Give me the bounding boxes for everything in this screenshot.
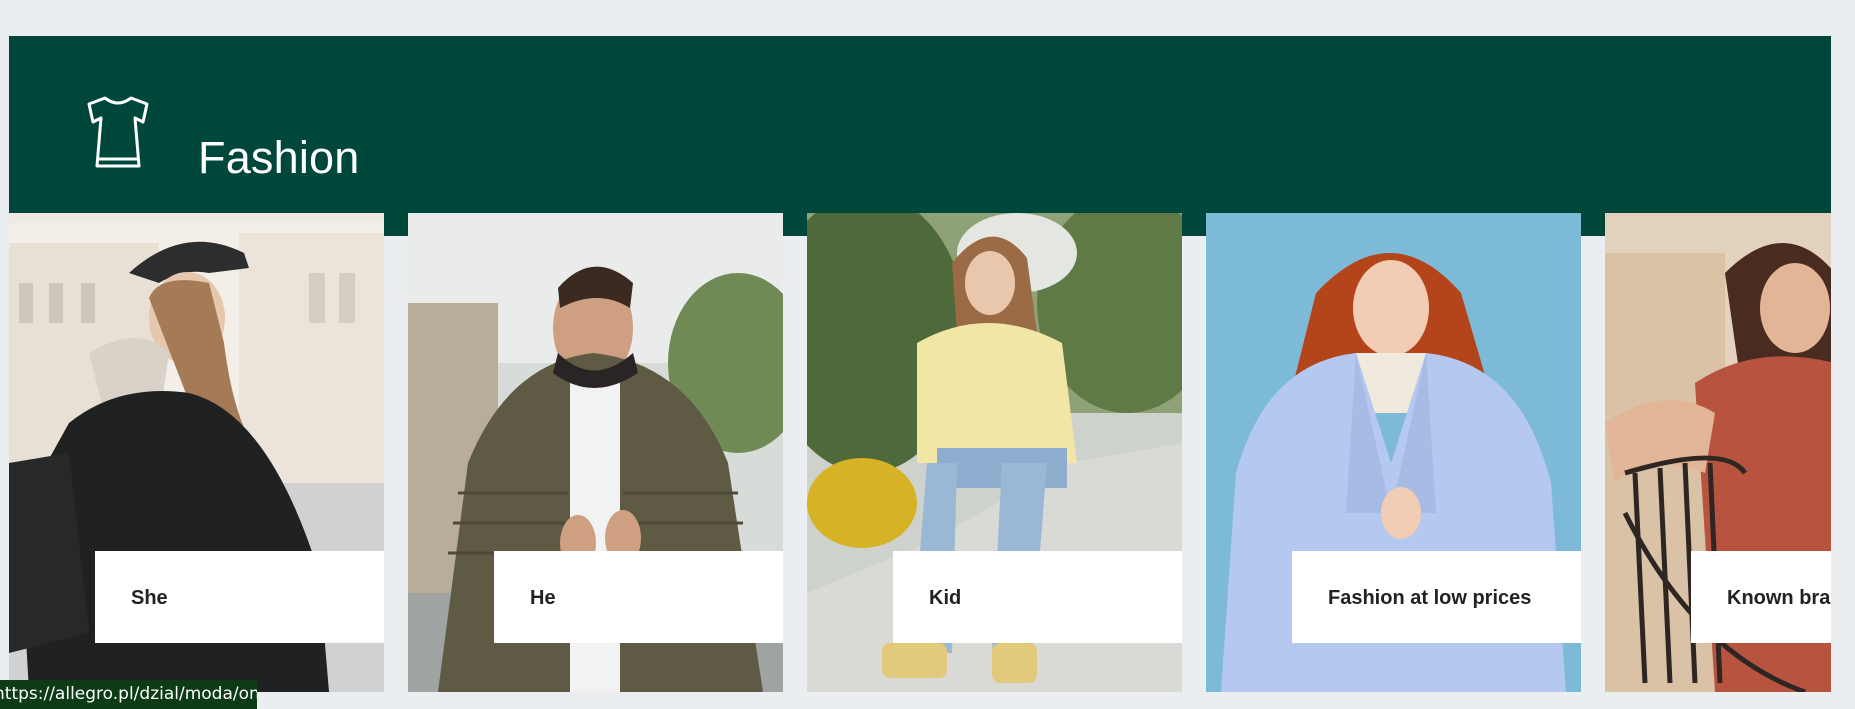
card-label: Fashion at low prices <box>1328 587 1532 609</box>
section-title[interactable]: Fashion <box>198 132 360 184</box>
fashion-section: Fashion <box>9 36 1831 236</box>
category-card-she[interactable]: She <box>9 213 384 692</box>
dress-icon <box>87 96 149 168</box>
category-card-he[interactable]: He <box>408 213 783 692</box>
card-label: She <box>131 587 168 609</box>
card-label-box: Kid <box>893 551 1182 643</box>
card-label-box: Known brands <box>1691 551 1831 643</box>
category-card-kid[interactable]: Kid <box>807 213 1182 692</box>
category-carousel: She He Kid Fashion at low prices Known b… <box>9 213 1831 692</box>
status-bar-url: https://allegro.pl/dzial/moda/ona <box>0 680 257 709</box>
card-label: Kid <box>929 587 962 609</box>
card-label: Known brands <box>1727 587 1831 609</box>
card-label-box: Fashion at low prices <box>1292 551 1581 643</box>
category-card-fashion-low-prices[interactable]: Fashion at low prices <box>1206 213 1581 692</box>
card-label-box: He <box>494 551 783 643</box>
card-label-box: She <box>95 551 384 643</box>
card-label: He <box>530 587 556 609</box>
category-card-known-brands[interactable]: Known brands <box>1605 213 1831 692</box>
